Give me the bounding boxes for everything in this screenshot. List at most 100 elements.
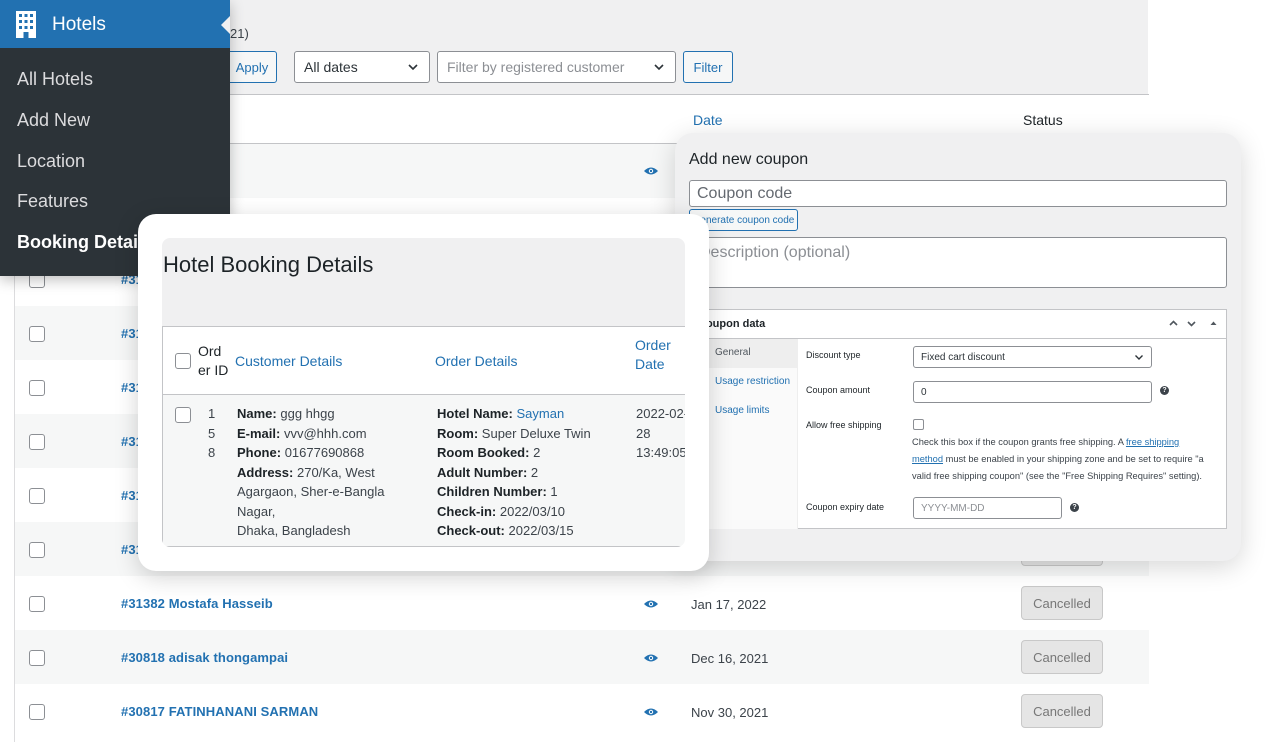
column-header-date[interactable]: Date: [693, 112, 723, 128]
status-badge: Cancelled: [1021, 640, 1103, 674]
customer-phone-label: Phone:: [237, 445, 282, 460]
row-checkbox[interactable]: [29, 596, 45, 612]
check-in-label: Check-in:: [437, 504, 497, 519]
room-type-label: Room:: [437, 426, 479, 441]
order-date-line-2: 28: [636, 426, 651, 441]
customer-address-line-4: Dhaka, Bangladesh: [237, 523, 351, 538]
free-shipping-link-2[interactable]: method: [912, 454, 943, 464]
eye-icon[interactable]: [643, 707, 659, 717]
customer-phone: Phone: 01677690868: [237, 443, 364, 463]
collapse-triangle-icon[interactable]: [1208, 318, 1219, 329]
check-out-label: Check-out:: [437, 523, 505, 538]
help-icon[interactable]: ?: [1070, 503, 1079, 512]
free-shipping-help: Check this box if the coupon grants free…: [912, 434, 1210, 485]
booking-details-panel: Hotel Booking Details Ord er ID Customer…: [162, 238, 685, 547]
menu-item-features[interactable]: Features: [17, 191, 230, 212]
rooms-booked: Room Booked: 2: [437, 443, 540, 463]
order-date: Nov 30, 2021: [691, 705, 769, 720]
filter-button[interactable]: Filter: [683, 51, 733, 83]
check-out-value: 2022/03/15: [508, 523, 574, 538]
row-checkbox[interactable]: [175, 407, 191, 423]
customer-address-line-3: Nagar,: [237, 504, 276, 519]
menu-title: Hotels: [52, 14, 106, 35]
coupon-amount-input[interactable]: 0: [913, 381, 1152, 403]
column-header-order-id-2: er ID: [198, 362, 229, 378]
date-filter-select[interactable]: All dates: [294, 51, 430, 83]
order-link[interactable]: #30818 adisak thongampai: [121, 650, 288, 665]
free-shipping-link[interactable]: free shipping: [1126, 437, 1179, 447]
status-badge: Cancelled: [1021, 694, 1103, 728]
building-icon: [16, 11, 36, 38]
menu-pointer: [221, 16, 230, 34]
column-header-status: Status: [1023, 112, 1063, 128]
menu-item-add-new[interactable]: Add New: [17, 110, 230, 131]
booking-details-card: Hotel Booking Details Ord er ID Customer…: [138, 214, 709, 571]
row-checkbox[interactable]: [29, 434, 45, 450]
chevron-down-icon: [654, 64, 664, 71]
eye-icon[interactable]: [643, 599, 659, 609]
room-type-value: Super Deluxe Twin: [481, 426, 591, 441]
adult-number-value: 2: [530, 465, 539, 480]
hotel-name-label: Hotel Name:: [437, 406, 513, 421]
coupon-amount-label: Coupon amount: [806, 385, 871, 395]
eye-icon[interactable]: [643, 166, 659, 176]
order-id-digit: 1: [208, 406, 216, 421]
column-header-customer-details[interactable]: Customer Details: [235, 352, 342, 371]
column-header-order-details[interactable]: Order Details: [435, 352, 517, 371]
hotel-name: Hotel Name: Sayman: [437, 404, 564, 424]
booking-details-title: Hotel Booking Details: [163, 252, 374, 277]
customer-email: E-mail: vvv@hhh.com: [237, 424, 367, 444]
column-header-order-date-1[interactable]: Order: [635, 336, 671, 355]
expiry-date-label: Coupon expiry date: [806, 502, 885, 512]
check-in: Check-in: 2022/03/10: [437, 502, 565, 522]
check-in-value: 2022/03/10: [499, 504, 565, 519]
order-date-line-3: 13:49:05: [636, 445, 685, 460]
order-link[interactable]: #31382 Mostafa Hasseib: [121, 596, 273, 611]
table-row: #30818 adisak thongampai Dec 16, 2021 Ca…: [15, 630, 1149, 684]
rooms-booked-label: Room Booked:: [437, 445, 530, 460]
row-checkbox[interactable]: [29, 650, 45, 666]
row-checkbox[interactable]: [29, 488, 45, 504]
customer-address-line-2: Agargaon, Sher-e-Bangla: [237, 484, 385, 499]
customer-name-value: ggg hhgg: [280, 406, 335, 421]
menu-item-location[interactable]: Location: [17, 151, 230, 172]
row-checkbox[interactable]: [29, 326, 45, 342]
booking-table: Ord er ID Customer Details Order Details…: [162, 326, 685, 547]
row-checkbox[interactable]: [29, 704, 45, 720]
order-link[interactable]: #30817 FATINHANANI SARMAN: [121, 704, 318, 719]
help-icon[interactable]: ?: [1160, 386, 1169, 395]
customer-address: Address: 270/Ka, West: [237, 463, 375, 483]
free-shipping-help-text-1: Check this box if the coupon grants free…: [912, 437, 1126, 447]
row-checkbox[interactable]: [29, 380, 45, 396]
eye-icon[interactable]: [643, 653, 659, 663]
chevron-down-icon[interactable]: [1186, 318, 1197, 329]
coupon-code-input[interactable]: Coupon code: [689, 180, 1227, 207]
coupon-data-box: Coupon data General Usage restriction Us…: [689, 309, 1227, 529]
customer-name: Name: ggg hhgg: [237, 404, 335, 424]
expiry-date-input[interactable]: YYYY-MM-DD: [913, 497, 1062, 519]
discount-type-value: Fixed cart discount: [921, 352, 1005, 363]
menu-header-hotels[interactable]: Hotels: [0, 0, 230, 48]
apply-button[interactable]: Apply: [227, 51, 277, 83]
row-checkbox[interactable]: [29, 542, 45, 558]
chevron-up-icon[interactable]: [1168, 318, 1179, 329]
children-number-label: Children Number:: [437, 484, 547, 499]
select-all-checkbox[interactable]: [175, 353, 191, 369]
customer-email-value: vvv@hhh.com: [283, 426, 367, 441]
menu-item-all-hotels[interactable]: All Hotels: [17, 69, 230, 90]
hotel-name-link[interactable]: Sayman: [516, 406, 564, 421]
order-id-digit: 8: [208, 445, 216, 460]
order-date: Jan 17, 2022: [691, 597, 767, 612]
customer-name-label: Name:: [237, 406, 277, 421]
discount-type-label: Discount type: [806, 350, 861, 360]
coupon-title: Add new coupon: [689, 151, 809, 168]
customer-email-label: E-mail:: [237, 426, 281, 441]
customer-filter-select[interactable]: Filter by registered customer: [437, 51, 676, 83]
booking-row: 1 5 8 Name: ggg hhgg E-mail: vvv@hhh.com…: [163, 395, 685, 546]
discount-type-select[interactable]: Fixed cart discount: [913, 346, 1152, 368]
room-type: Room: Super Deluxe Twin: [437, 424, 591, 444]
free-shipping-checkbox[interactable]: [913, 419, 924, 430]
column-header-order-date-2[interactable]: Date: [635, 355, 665, 374]
coupon-description-input[interactable]: Description (optional): [689, 237, 1227, 288]
check-out: Check-out: 2022/03/15: [437, 521, 574, 541]
